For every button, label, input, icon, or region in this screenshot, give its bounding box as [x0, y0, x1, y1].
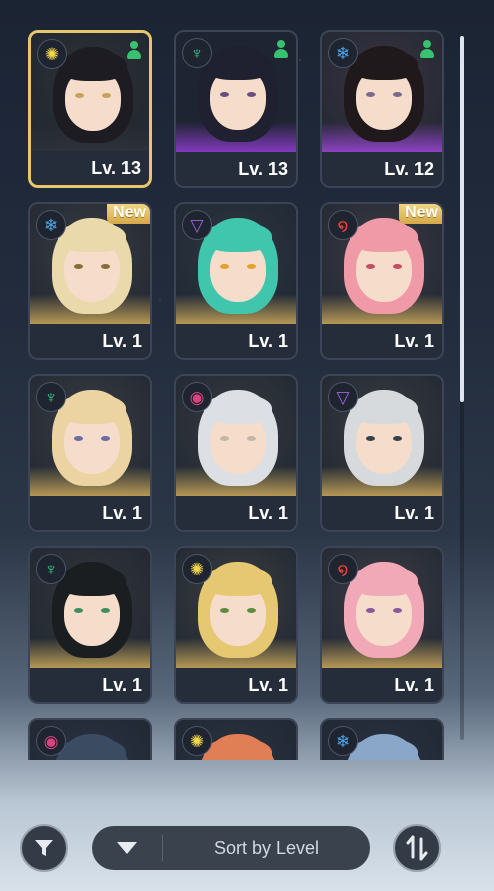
light-element-icon: ✺	[182, 554, 212, 584]
character-card[interactable]: ❄ Lv. 12	[320, 30, 444, 188]
character-level: Lv. 1	[322, 324, 442, 358]
sort-dropdown-button[interactable]	[92, 840, 162, 856]
character-level: Lv. 1	[30, 324, 150, 358]
character-level: Lv. 13	[176, 152, 296, 186]
sort-bar[interactable]: Sort by Level	[92, 826, 370, 870]
character-grid: ✺ Lv. 13 ♆ Lv. 13 ❄ Lv. 12 ❄ New Lv. 1 ▽ Lv. 1 ໑ New…	[0, 0, 494, 760]
character-level: Lv. 1	[176, 496, 296, 530]
character-card[interactable]: ✺ Lv. 13	[28, 30, 152, 188]
psychic-element-icon: ◉	[182, 382, 212, 412]
psychic-element-icon: ◉	[36, 726, 66, 756]
wind-element-icon: ♆	[182, 38, 212, 68]
void-element-icon: ▽	[182, 210, 212, 240]
character-card[interactable]: ▽ Lv. 1	[320, 374, 444, 532]
character-card[interactable]: ໑ New Lv. 1	[320, 202, 444, 360]
character-card[interactable]: ✺	[174, 718, 298, 760]
character-card[interactable]: ✺ Lv. 1	[174, 546, 298, 704]
light-element-icon: ✺	[37, 39, 67, 69]
character-card[interactable]: ♆ Lv. 13	[174, 30, 298, 188]
filter-button[interactable]	[20, 824, 68, 872]
character-level: Lv. 12	[322, 152, 442, 186]
ice-element-icon: ❄	[36, 210, 66, 240]
fire-element-icon: ໑	[328, 210, 358, 240]
character-level: Lv. 1	[30, 496, 150, 530]
void-element-icon: ▽	[328, 382, 358, 412]
character-level: Lv. 1	[30, 668, 150, 702]
character-card[interactable]: ໑ Lv. 1	[320, 546, 444, 704]
new-badge: New	[107, 204, 150, 224]
character-level: Lv. 13	[31, 151, 149, 185]
character-card[interactable]: ♆ Lv. 1	[28, 546, 152, 704]
support-role-icon	[274, 40, 288, 60]
scrollbar[interactable]	[460, 36, 464, 740]
light-element-icon: ✺	[182, 726, 212, 756]
character-card[interactable]: ◉	[28, 718, 152, 760]
character-card[interactable]: ◉ Lv. 1	[174, 374, 298, 532]
character-card[interactable]: ♆ Lv. 1	[28, 374, 152, 532]
filter-icon	[35, 840, 53, 856]
triangle-down-icon	[117, 842, 137, 854]
character-level: Lv. 1	[322, 496, 442, 530]
character-level: Lv. 1	[322, 668, 442, 702]
wind-element-icon: ♆	[36, 382, 66, 412]
new-badge: New	[399, 204, 442, 224]
character-card[interactable]: ❄	[320, 718, 444, 760]
ice-element-icon: ❄	[328, 726, 358, 756]
character-card[interactable]: ❄ New Lv. 1	[28, 202, 152, 360]
support-role-icon	[127, 41, 141, 61]
wind-element-icon: ♆	[36, 554, 66, 584]
sort-label: Sort by Level	[213, 837, 320, 858]
sort-order-icon	[406, 835, 428, 861]
support-role-icon	[420, 40, 434, 60]
character-level: Lv. 1	[176, 668, 296, 702]
ice-element-icon: ❄	[328, 38, 358, 68]
scrollbar-thumb[interactable]	[460, 36, 464, 402]
sort-order-toggle-button[interactable]	[393, 824, 441, 872]
character-card[interactable]: ▽ Lv. 1	[174, 202, 298, 360]
character-level: Lv. 1	[176, 324, 296, 358]
fire-element-icon: ໑	[328, 554, 358, 584]
